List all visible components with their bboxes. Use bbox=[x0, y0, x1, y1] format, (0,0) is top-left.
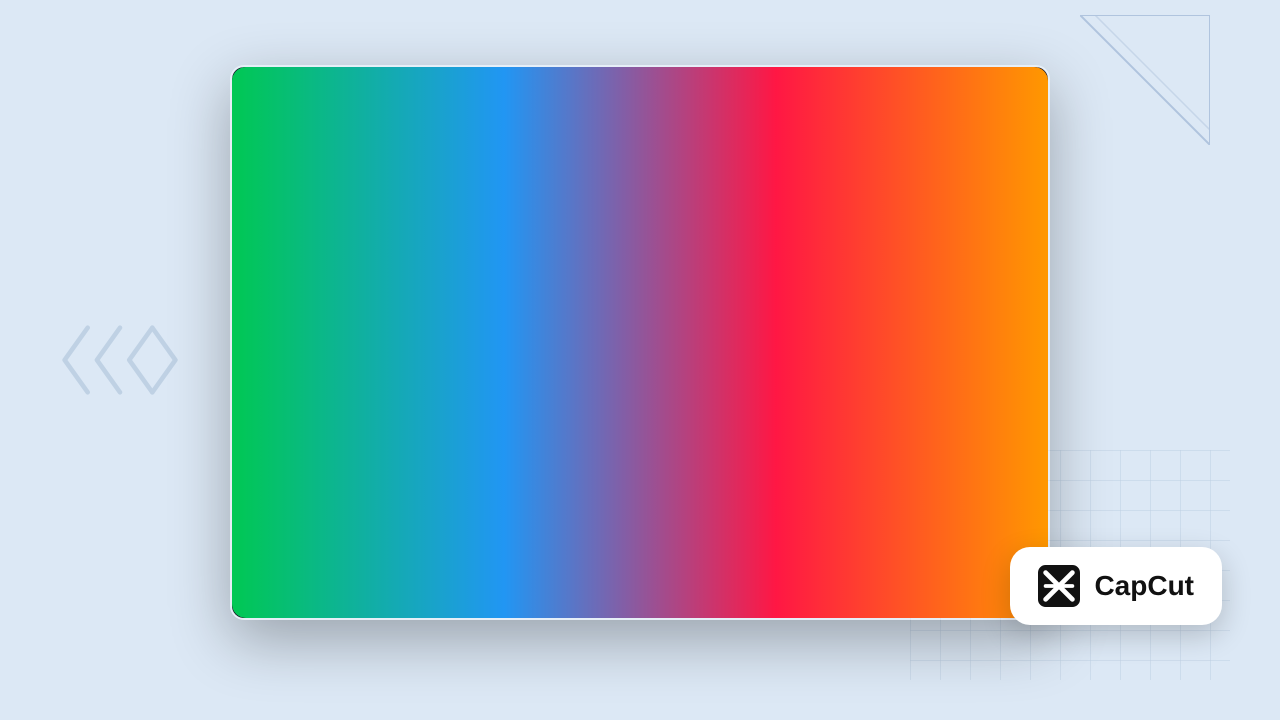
sparkle-red-triangle bbox=[492, 438, 506, 452]
nav-link-business-chevron bbox=[793, 130, 801, 135]
browser-chrome bbox=[232, 67, 1048, 111]
nav-link-templates[interactable]: Templates New bbox=[357, 121, 464, 143]
sparkle-yellow-arrow bbox=[647, 388, 661, 408]
hero-title: Free all-in-one video editor for everyon… bbox=[350, 274, 930, 387]
nav-signin-button[interactable]: Sign in bbox=[928, 118, 955, 146]
nav-logo[interactable]: CapCut bbox=[252, 121, 333, 143]
nav-link-create-label: Create bbox=[540, 125, 578, 139]
nav-link-resources-label: Resources bbox=[613, 125, 673, 139]
hero-wave bbox=[232, 502, 1048, 618]
navbar: CapCut Templates New Tools Create Resour… bbox=[232, 111, 1048, 153]
nav-help-button[interactable]: ? bbox=[901, 122, 916, 142]
dot-green bbox=[797, 323, 807, 333]
sparkle-white-1 bbox=[307, 248, 327, 268]
nav-link-resources[interactable]: Resources bbox=[603, 121, 696, 143]
sparkle-blue-star bbox=[872, 298, 890, 316]
nav-logo-text: CapCut bbox=[280, 124, 333, 141]
sparkle-red-star bbox=[552, 398, 568, 414]
nav-link-resources-chevron bbox=[677, 130, 685, 135]
sparkle-green-arrow bbox=[822, 363, 840, 381]
nav-links: Templates New Tools Create Resources Bus… bbox=[357, 121, 901, 143]
sparkle-green-star bbox=[767, 348, 783, 364]
nav-link-tools-chevron bbox=[510, 130, 518, 135]
hero-subtitle: Flexible editing, magical AI tools, team… bbox=[350, 401, 930, 437]
bg-arrow-decoration bbox=[60, 320, 180, 400]
hero-cta-button[interactable]: Sign up for free bbox=[548, 461, 731, 501]
capcut-logo-icon bbox=[252, 121, 274, 143]
nav-link-tools-label: Tools bbox=[476, 125, 505, 139]
nav-link-business-badge: New bbox=[761, 126, 788, 138]
nav-link-business-label: Business bbox=[707, 125, 758, 139]
traffic-light-green[interactable] bbox=[288, 83, 300, 95]
sparkle-yellow-2 bbox=[722, 383, 740, 401]
sparkle-white-2 bbox=[427, 438, 443, 454]
browser-window: CapCut Templates New Tools Create Resour… bbox=[230, 65, 1050, 620]
nav-link-create[interactable]: Create bbox=[530, 121, 601, 143]
nav-link-templates-label: Templates bbox=[367, 125, 424, 139]
sparkle-white-3 bbox=[542, 348, 556, 362]
dot-blue-1 bbox=[907, 323, 917, 333]
capcut-brand-card: CapCut bbox=[1010, 547, 1222, 625]
sparkle-blue-diamond bbox=[912, 253, 926, 267]
nav-help-icon: ? bbox=[906, 126, 912, 138]
traffic-light-yellow[interactable] bbox=[268, 83, 280, 95]
browser-inner: CapCut Templates New Tools Create Resour… bbox=[232, 67, 1048, 618]
nav-link-download-chevron bbox=[883, 130, 891, 135]
capcut-card-name: CapCut bbox=[1094, 570, 1194, 602]
nav-link-tools[interactable]: Tools bbox=[466, 121, 528, 143]
nav-link-business[interactable]: Business New bbox=[697, 121, 810, 143]
dot-yellow bbox=[607, 368, 617, 378]
nav-link-create-chevron bbox=[583, 130, 591, 135]
nav-link-templates-badge: New bbox=[427, 126, 454, 138]
hero-section: Free all-in-one video editor for everyon… bbox=[232, 153, 1048, 618]
bg-triangle-decoration bbox=[1080, 15, 1210, 145]
sparkle-yellow-1 bbox=[692, 348, 708, 364]
nav-signup-button[interactable]: Sign up bbox=[967, 113, 1028, 151]
capcut-card-logo-icon bbox=[1038, 565, 1080, 607]
dot-red bbox=[502, 388, 514, 400]
nav-link-download[interactable]: Download bbox=[813, 121, 902, 143]
nav-link-download-label: Download bbox=[823, 125, 879, 139]
nav-right: ? Sign in Sign up bbox=[901, 113, 1028, 151]
traffic-light-red[interactable] bbox=[248, 83, 260, 95]
